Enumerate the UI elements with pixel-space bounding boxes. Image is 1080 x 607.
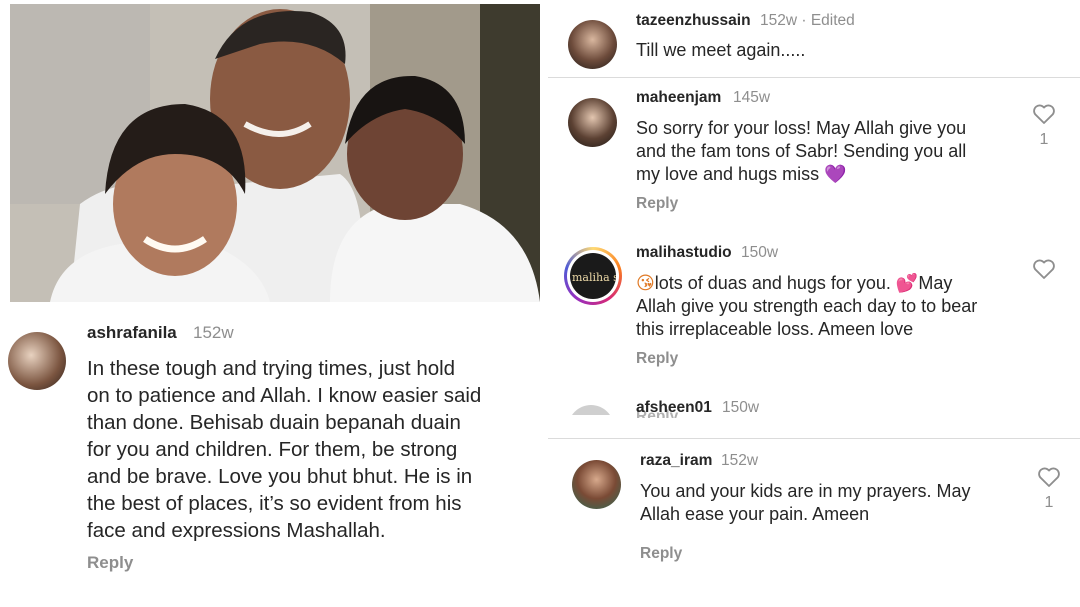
comment-text: You and your kids are in my prayers. May…: [640, 481, 971, 524]
comment-username[interactable]: ashrafanila: [87, 323, 177, 343]
avatar: maliha s: [570, 253, 616, 299]
heart-outline-icon[interactable]: [1032, 258, 1056, 285]
like-count: 1: [1044, 494, 1054, 511]
comment-text: Till we meet again.....: [636, 40, 806, 60]
comment-time: 150w: [741, 244, 779, 261]
kissing-face-emoji: 😘: [636, 273, 655, 294]
comment-username[interactable]: maheenjam: [636, 89, 721, 107]
comment-body: 😘lots of duas and hugs for you. 💕May All…: [636, 272, 1026, 341]
story-ring[interactable]: maliha s: [564, 247, 622, 305]
comment-username[interactable]: tazeenzhussain: [636, 12, 751, 30]
avatar[interactable]: [572, 460, 621, 509]
like-count: 1: [1039, 131, 1049, 148]
comment-time: 152w: [721, 452, 759, 469]
divider: [548, 438, 1080, 439]
two-hearts-emoji: 💕: [895, 273, 919, 294]
heart-outline-icon[interactable]: [1032, 103, 1056, 130]
avatar[interactable]: [8, 332, 66, 390]
reply-button[interactable]: Reply: [636, 350, 678, 368]
avatar-clipped[interactable]: [568, 405, 614, 415]
comment-username[interactable]: afsheen01: [636, 399, 712, 417]
purple-heart-emoji: 💜: [824, 164, 847, 185]
comment-username[interactable]: raza_iram: [640, 452, 712, 470]
reply-button[interactable]: Reply: [636, 195, 678, 213]
reply-button[interactable]: Reply: [640, 545, 682, 563]
avatar[interactable]: [568, 20, 617, 69]
comment-time: 152w · Edited: [760, 12, 855, 29]
comment-time: 150w: [722, 399, 760, 416]
avatar[interactable]: [568, 98, 617, 147]
comment-time: 145w: [733, 89, 771, 106]
divider: [548, 77, 1080, 78]
comment-body: So sorry for your loss! May Allah give y…: [636, 117, 1016, 186]
comment-text: lots of duas and hugs for you.: [654, 273, 896, 293]
avatar-logo-text: maliha s: [572, 271, 616, 284]
post-photo: [10, 4, 540, 302]
comment-text: In these tough and trying times, just ho…: [87, 357, 482, 542]
comment-username[interactable]: malihastudio: [636, 244, 732, 262]
heart-outline-icon[interactable]: [1037, 466, 1061, 493]
avatar: [568, 405, 614, 415]
comment-time: 152w: [193, 323, 234, 342]
comment-text: So sorry for your loss! May Allah give y…: [636, 118, 967, 184]
post-photo-illustration: [10, 4, 540, 302]
reply-button[interactable]: Reply: [87, 553, 133, 573]
